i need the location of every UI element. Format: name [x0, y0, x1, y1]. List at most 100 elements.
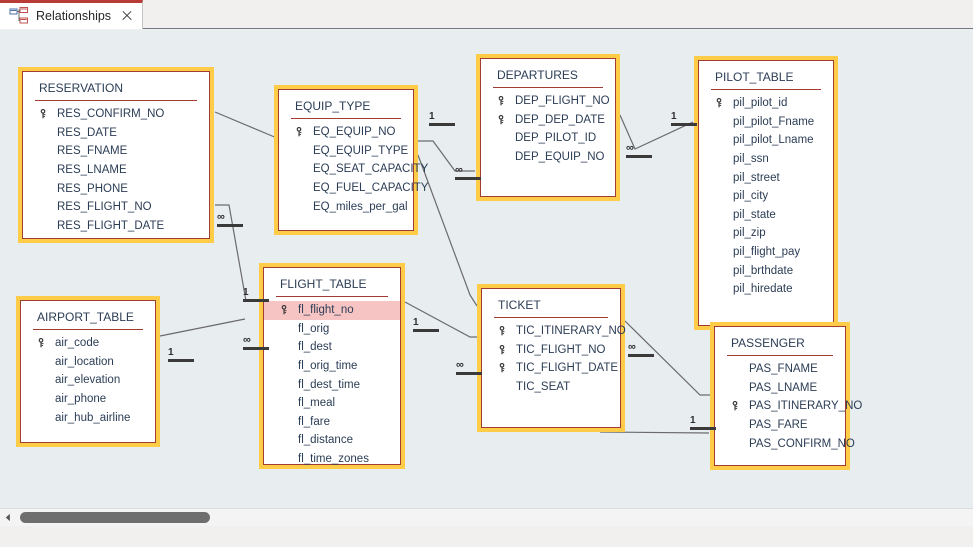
- field-row[interactable]: TIC_FLIGHT_NO: [482, 341, 620, 360]
- scroll-left-arrow-icon[interactable]: [0, 509, 17, 526]
- field-row[interactable]: fl_dest: [264, 338, 400, 357]
- field-row[interactable]: air_elevation: [21, 371, 155, 390]
- field-row[interactable]: pil_street: [699, 168, 833, 187]
- field-label: EQ_SEAT_CAPACITY: [313, 163, 429, 176]
- field-row[interactable]: DEP_FLIGHT_NO: [481, 92, 615, 111]
- field-label: air_phone: [55, 393, 107, 406]
- field-label: fl_fare: [298, 415, 330, 428]
- entity-table-departures[interactable]: DEPARTURES DEP_FLIGHT_NO DEP_DEP_DATE DEP_P…: [476, 54, 620, 201]
- field-row[interactable]: TIC_ITINERARY_NO: [482, 322, 626, 341]
- field-row[interactable]: EQ_SEAT_CAPACITY: [279, 160, 428, 179]
- field-row[interactable]: pil_city: [699, 187, 833, 206]
- field-label: RES_FNAME: [57, 145, 128, 158]
- cardinality-symbol: ∞: [628, 341, 636, 353]
- field-row[interactable]: fl_dest_time: [264, 375, 400, 394]
- field-row[interactable]: fl_flight_no: [264, 301, 400, 320]
- field-row[interactable]: RES_CONFIRM_NO: [23, 105, 209, 124]
- field-label: TIC_SEAT: [516, 381, 571, 394]
- cardinality-bar: [455, 177, 481, 180]
- field-row[interactable]: RES_FLIGHT_DATE: [23, 217, 209, 236]
- title-divider: [494, 317, 608, 318]
- cardinality-symbol: ∞: [456, 359, 464, 371]
- field-row[interactable]: RES_LNAME: [23, 161, 209, 180]
- field-row[interactable]: pil_pilot_id: [699, 94, 833, 113]
- primary-key-icon: [37, 338, 55, 348]
- field-row[interactable]: air_hub_airline: [21, 408, 155, 427]
- entity-table-reservation[interactable]: RESERVATION RES_CONFIRM_NO RES_DATE RES_FNA…: [18, 67, 214, 243]
- field-row[interactable]: fl_orig_time: [264, 357, 400, 376]
- cardinality-marker: ∞: [455, 165, 481, 180]
- entity-table-flight_table[interactable]: FLIGHT_TABLE fl_flight_no fl_orig fl_dest fl…: [259, 263, 405, 469]
- close-icon[interactable]: [120, 9, 134, 23]
- entity-table-body: RESERVATION RES_CONFIRM_NO RES_DATE RES_FNA…: [22, 71, 210, 239]
- field-row[interactable]: pil_hiredate: [699, 280, 833, 299]
- field-row[interactable]: fl_fare: [264, 413, 400, 432]
- field-row[interactable]: fl_orig: [264, 320, 400, 339]
- cardinality-bar: [413, 329, 439, 332]
- field-row[interactable]: EQ_EQUIP_TYPE: [279, 142, 413, 161]
- status-bar: [0, 526, 973, 547]
- field-row[interactable]: fl_time_zones: [264, 450, 400, 469]
- relationships-canvas[interactable]: RESERVATION RES_CONFIRM_NO RES_DATE RES_FNA…: [0, 30, 973, 508]
- field-row[interactable]: PAS_FARE: [715, 416, 845, 435]
- field-label: fl_meal: [298, 397, 336, 410]
- cardinality-symbol: ∞: [455, 164, 463, 176]
- cardinality-bar: [690, 427, 716, 430]
- cardinality-marker: ∞: [243, 335, 269, 350]
- cardinality-symbol: ∞: [243, 334, 251, 346]
- field-row[interactable]: pil_pilot_Fname: [699, 113, 833, 132]
- field-row[interactable]: EQ_FUEL_CAPACITY: [279, 179, 428, 198]
- field-row[interactable]: PAS_FNAME: [715, 360, 845, 379]
- entity-table-passenger[interactable]: PASSENGER PAS_FNAME PAS_LNAME PAS_ITINERARY…: [710, 322, 862, 470]
- field-row[interactable]: RES_FNAME: [23, 142, 209, 161]
- cardinality-marker: 1: [413, 318, 439, 332]
- field-row[interactable]: PAS_CONFIRM_NO: [715, 434, 855, 453]
- scrollbar-track[interactable]: [17, 509, 973, 526]
- field-row[interactable]: fl_distance: [264, 431, 400, 450]
- field-row[interactable]: TIC_SEAT: [482, 378, 620, 397]
- relationship-line[interactable]: [599, 431, 710, 434]
- scrollbar-thumb[interactable]: [20, 512, 210, 523]
- primary-key-icon: [280, 305, 298, 315]
- field-label: fl_dest: [298, 341, 332, 354]
- entity-table-pilot_table[interactable]: PILOT_TABLE pil_pilot_id pil_pilot_Fname pi…: [694, 56, 838, 330]
- field-row[interactable]: EQ_EQUIP_NO: [279, 123, 413, 142]
- field-label: RES_FLIGHT_DATE: [57, 219, 165, 232]
- cardinality-bar: [243, 347, 269, 350]
- tab-relationships[interactable]: Relationships: [0, 0, 144, 29]
- field-row[interactable]: DEP_DEP_DATE: [481, 111, 615, 130]
- field-row[interactable]: TIC_FLIGHT_DATE: [482, 359, 620, 378]
- field-row[interactable]: air_code: [21, 334, 155, 353]
- field-row[interactable]: DEP_EQUIP_NO: [481, 148, 615, 167]
- field-row[interactable]: RES_FLIGHT_NO: [23, 198, 209, 217]
- field-row[interactable]: pil_state: [699, 206, 833, 225]
- field-row[interactable]: EQ_miles_per_gal: [279, 197, 413, 216]
- relationship-line[interactable]: [159, 318, 246, 337]
- entity-table-airport_table[interactable]: AIRPORT_TABLE air_code air_location air_ele…: [16, 296, 160, 447]
- field-row[interactable]: air_phone: [21, 390, 155, 409]
- entity-table-body: AIRPORT_TABLE air_code air_location air_ele…: [20, 300, 156, 443]
- field-row[interactable]: PAS_ITINERARY_NO: [715, 397, 862, 416]
- field-label: RES_PHONE: [57, 182, 128, 195]
- field-label: TIC_FLIGHT_NO: [516, 343, 606, 356]
- field-label: DEP_EQUIP_NO: [515, 151, 605, 164]
- field-row[interactable]: DEP_PILOT_ID: [481, 129, 615, 148]
- entity-table-equip_type[interactable]: EQUIP_TYPE EQ_EQUIP_NO EQ_EQUIP_TYPE EQ_SEA…: [274, 85, 428, 235]
- entity-table-title: PASSENGER: [731, 336, 805, 350]
- field-row[interactable]: pil_ssn: [699, 150, 833, 169]
- field-row[interactable]: RES_DATE: [23, 124, 209, 143]
- field-row[interactable]: pil_flight_pay: [699, 243, 833, 262]
- entity-table-ticket[interactable]: TICKET TIC_ITINERARY_NO TIC_FLIGHT_NO TIC_F…: [477, 284, 626, 432]
- title-divider: [35, 100, 197, 101]
- field-row[interactable]: pil_brthdate: [699, 261, 833, 280]
- field-row[interactable]: pil_zip: [699, 224, 833, 243]
- field-row[interactable]: air_location: [21, 353, 155, 372]
- field-row[interactable]: RES_PHONE: [23, 179, 209, 198]
- horizontal-scrollbar[interactable]: [0, 508, 973, 526]
- field-row[interactable]: PAS_LNAME: [715, 379, 845, 398]
- primary-key-icon: [498, 326, 516, 336]
- entity-table-body: PILOT_TABLE pil_pilot_id pil_pilot_Fname pi…: [698, 60, 834, 326]
- relationship-line[interactable]: [624, 320, 710, 396]
- field-row[interactable]: fl_meal: [264, 394, 400, 413]
- field-row[interactable]: pil_pilot_Lname: [699, 131, 833, 150]
